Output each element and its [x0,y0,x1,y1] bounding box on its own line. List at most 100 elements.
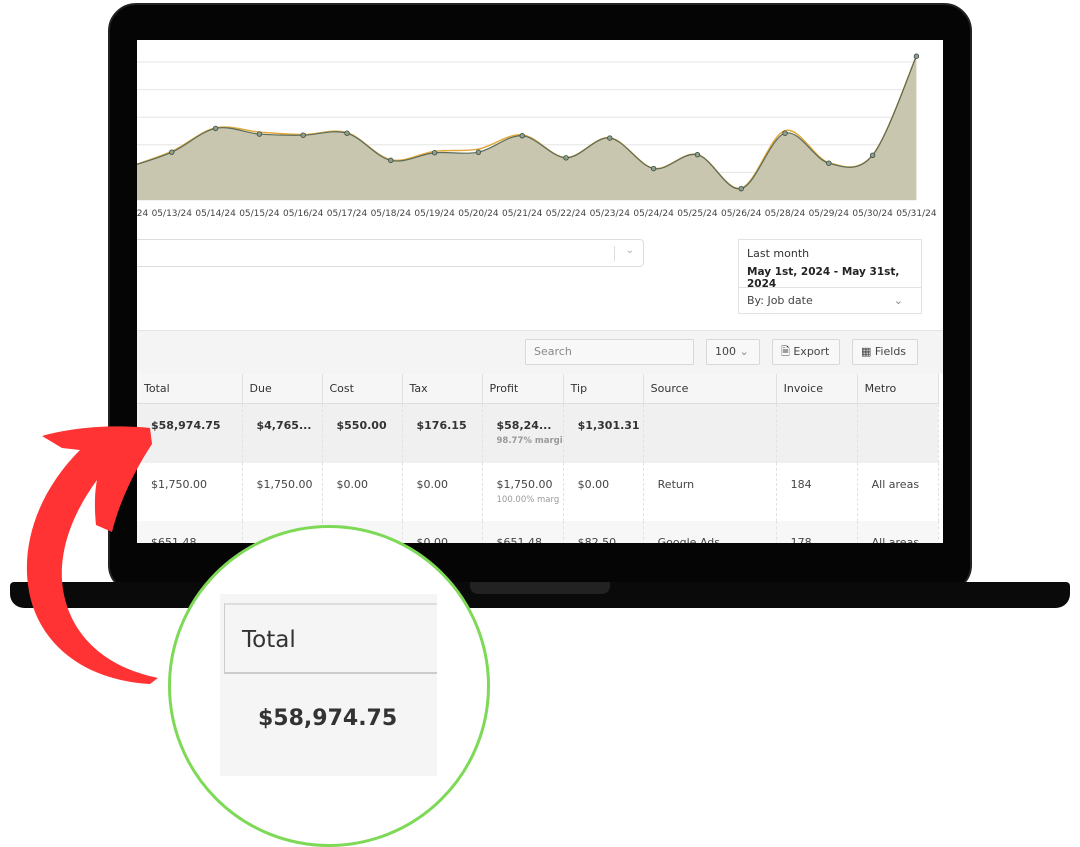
x-tick-label: 05/23/24 [590,209,631,219]
col-tax[interactable]: Tax [402,374,483,404]
data-point [475,149,482,155]
date-by-select[interactable]: By: Job date [747,294,813,307]
table-header: Total Due Cost Tax Profit Tip Source Inv… [137,374,939,404]
screen: 05/12/2405/13/2405/14/2405/15/2405/16/24… [137,40,943,543]
cell: Return [643,463,777,521]
cell: $58,24... 98.77% margi [482,403,564,463]
summary-row: $58,974.75 $4,765... $550.00 $176.15 $58… [137,403,939,463]
x-tick-label: 05/22/24 [546,209,587,219]
cell: $1,301.31 [563,403,644,463]
profit-margin: 100.00% marg [496,495,560,505]
cell: All areas [857,463,939,521]
cell: $1,750.00 100.00% marg [482,463,564,521]
col-profit[interactable]: Profit [482,374,564,404]
table-row[interactable]: $651.48 $0.00 $651.48 $82.50 Google Ads … [137,521,939,543]
x-tick-label: 05/26/24 [721,209,762,219]
profit-value: $58,24... [496,418,552,432]
data-point [913,53,920,59]
fields-label: Fields [874,345,907,358]
cell: $0.00 [402,521,483,543]
callout-header: Total [224,603,437,674]
select-divider [614,246,615,261]
profit-value: $1,750.00 [496,478,553,491]
export-label: Export [793,345,830,358]
cell: All areas [857,521,939,543]
red-arrow-icon [26,426,158,684]
data-point [782,130,788,136]
x-tick-label: 05/14/24 [195,209,236,219]
x-tick-label: 05/20/24 [458,209,499,219]
cell: $0.00 [322,463,403,521]
data-point [431,150,438,156]
data-point [344,130,350,136]
laptop-notch [470,582,610,594]
cell: $82.50 [563,521,644,543]
cell: $176.15 [402,403,483,463]
export-button[interactable]: 🗎 Export [772,339,840,365]
col-tip[interactable]: Tip [563,374,644,404]
chevron-down-icon: ⌄ [739,345,749,358]
divider [739,287,921,288]
x-tick-label: 05/16/24 [283,209,324,219]
x-tick-label: 05/24/24 [633,209,674,219]
col-invoice[interactable]: Invoice [776,374,858,404]
data-point [300,132,306,138]
x-tick-label: 05/19/24 [414,209,455,219]
data-point [212,125,219,132]
table-row[interactable]: $1,750.00 $1,750.00 $0.00 $0.00 $1,750.0… [137,463,939,521]
date-preset: Last month [747,247,810,260]
cell [857,403,939,463]
zoom-callout-panel: Total $58,974.75 [220,594,437,776]
data-point [826,160,832,166]
callout-total-value: $58,974.75 [258,706,398,731]
cell: $550.00 [322,403,403,463]
chevron-down-icon: ⌄ [625,245,634,256]
cell: $651.48 [482,521,564,543]
profit-margin: 98.77% margi [496,435,563,446]
fields-button[interactable]: ▦ Fields [852,339,918,365]
date-range-picker[interactable]: Last month May 1st, 2024 - May 31st, 202… [738,239,922,314]
chevron-down-icon: ⌄ [893,294,903,307]
jobs-table: Total Due Cost Tax Profit Tip Source Inv… [137,374,939,543]
data-point [869,152,876,158]
cell: Google Ads [643,521,777,543]
search-input[interactable]: Search [525,339,694,365]
data-point [519,133,525,139]
x-tick-label: 05/15/24 [239,209,280,219]
col-metro[interactable]: Metro [857,374,939,404]
data-point [694,152,701,158]
x-tick-label: 05/29/24 [809,209,850,219]
cell [643,403,777,463]
col-due[interactable]: Due [242,374,323,404]
table-toolbar: Search 100 ⌄ 🗎 Export ▦ Fields [137,330,943,374]
area-fill [137,56,917,200]
grid-icon: ▦ [861,345,872,358]
file-icon: 🗎 [781,345,790,358]
x-tick-label: 05/21/24 [502,209,543,219]
cell [776,403,858,463]
col-source[interactable]: Source [643,374,777,404]
col-cost[interactable]: Cost [322,374,403,404]
callout-header-label: Total [242,627,296,653]
page-size-select[interactable]: 100 ⌄ [706,339,760,365]
cell: $0.00 [563,463,644,521]
data-point [388,157,394,164]
x-tick-label: 05/25/24 [677,209,718,219]
cell: $0.00 [402,463,483,521]
cell: 184 [776,463,858,521]
cell: $1,750.00 [242,463,323,521]
data-point [607,135,613,141]
x-tick-label: 05/18/24 [371,209,412,219]
x-tick-label: 05/17/24 [327,209,368,219]
revenue-area-chart: 05/12/2405/13/2405/14/2405/15/2405/16/24… [137,53,937,219]
x-tick-label: 05/30/24 [852,209,893,219]
data-point [738,185,744,192]
data-point [650,165,657,172]
cell: 178 [776,521,858,543]
data-point [256,131,263,137]
cell: $4,765... [242,403,323,463]
x-tick-label: 05/31/24 [896,209,937,219]
page-size-value: 100 [715,345,736,358]
data-point [563,155,569,161]
filter-select[interactable]: ⌄ [137,239,644,267]
